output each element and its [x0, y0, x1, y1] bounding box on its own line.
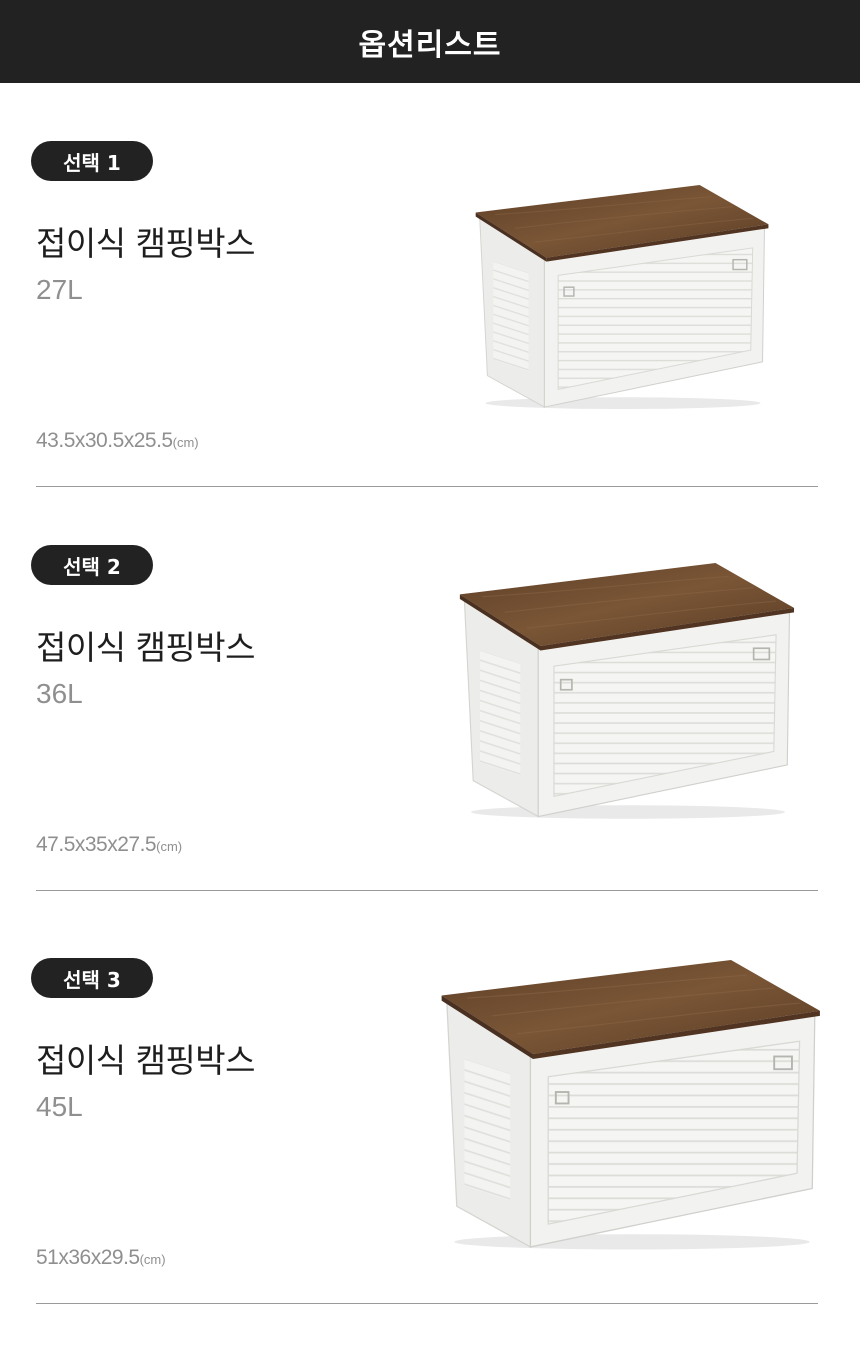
product-dimensions: 51x36x29.5(cm) [36, 1246, 166, 1269]
option-card[interactable]: 선택 1 접이식 캠핑박스 27L 43.5x30.5x25.5(cm) [0, 141, 860, 487]
option-badge: 선택 1 [31, 141, 153, 181]
option-card[interactable]: 선택 3 접이식 캠핑박스 45L 51x36x29.5(cm) [0, 958, 860, 1304]
product-name: 접이식 캠핑박스 [36, 1041, 256, 1080]
camping-box-icon [474, 185, 772, 411]
divider [36, 890, 818, 891]
product-image [458, 563, 798, 821]
header-bar: 옵션리스트 [0, 0, 860, 83]
product-name: 접이식 캠핑박스 [36, 224, 256, 263]
product-volume: 45L [36, 1091, 83, 1122]
option-badge: 선택 3 [31, 958, 153, 998]
option-badge: 선택 2 [31, 545, 153, 585]
product-image [474, 185, 772, 411]
divider [36, 1303, 818, 1304]
product-volume: 27L [36, 274, 83, 305]
page-title: 옵션리스트 [358, 27, 502, 63]
camping-box-icon [458, 563, 798, 821]
product-image [440, 960, 824, 1252]
product-volume: 36L [36, 678, 83, 709]
product-dimensions: 47.5x35x27.5(cm) [36, 833, 183, 856]
product-dimensions: 43.5x30.5x25.5(cm) [36, 429, 199, 452]
camping-box-icon [440, 960, 824, 1252]
option-card[interactable]: 선택 2 접이식 캠핑박스 36L 47.5x35x27.5(cm) [0, 545, 860, 891]
product-name: 접이식 캠핑박스 [36, 628, 256, 667]
divider [36, 486, 818, 487]
